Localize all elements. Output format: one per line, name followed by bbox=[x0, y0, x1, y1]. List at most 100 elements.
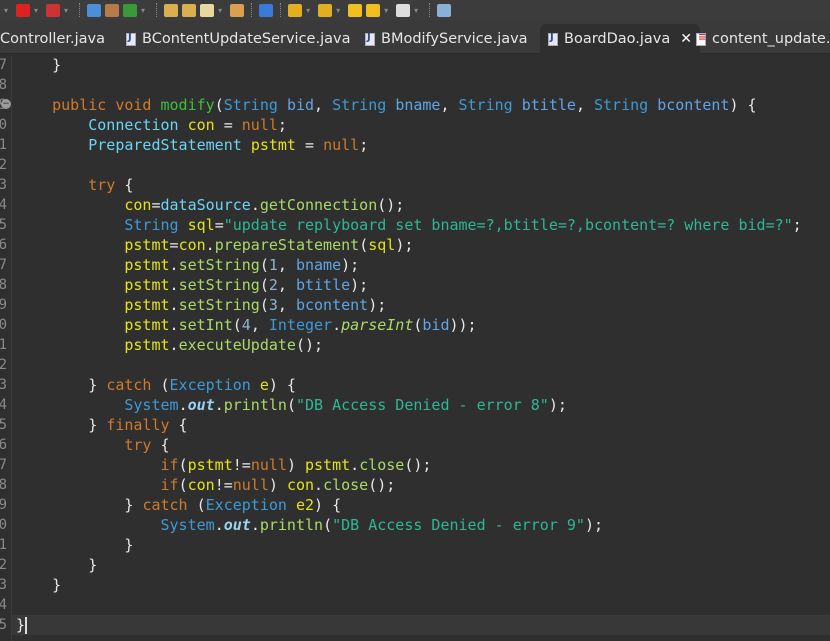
new-icon[interactable] bbox=[123, 3, 138, 17]
tab-content-update-jsp[interactable]: content_update.jsp bbox=[688, 24, 830, 54]
tab-bcontentupdateservice-java[interactable]: BContentUpdateService.java bbox=[118, 24, 358, 54]
code-line[interactable]: pstmt.setString(1, bname); bbox=[16, 255, 830, 275]
code-line[interactable]: PreparedStatement pstmt = null; bbox=[16, 135, 830, 155]
code-line[interactable]: } bbox=[12, 615, 830, 635]
code-line[interactable]: if(pstmt!=null) pstmt.close(); bbox=[16, 455, 830, 475]
code-token: println bbox=[259, 516, 324, 534]
open-type-icon[interactable] bbox=[182, 3, 197, 17]
tab-bmodifyservice-java[interactable]: BModifyService.java bbox=[357, 24, 536, 54]
code-token: ); bbox=[395, 236, 414, 254]
line-number: 66 bbox=[0, 435, 7, 455]
code-token: } bbox=[16, 376, 107, 394]
toolbar-separator bbox=[79, 3, 81, 17]
code-line[interactable]: } finally { bbox=[16, 415, 830, 435]
dropdown-arrow-icon[interactable]: ▾ bbox=[218, 6, 222, 15]
prev-annotation-icon[interactable] bbox=[318, 3, 333, 17]
toolbar: ▾ ▾ ▾ ▾ ▾ ▾ ▾ ▾ ▾ bbox=[0, 0, 830, 20]
code-token: . bbox=[250, 516, 260, 534]
code-line[interactable]: con=dataSource.getConnection(); bbox=[16, 195, 830, 215]
code-token: getConnection bbox=[259, 196, 378, 214]
dropdown-arrow-icon[interactable]: ▾ bbox=[336, 6, 340, 15]
line-number: 50 bbox=[0, 115, 7, 135]
code-token: { bbox=[115, 176, 134, 194]
code-token: ( bbox=[151, 376, 170, 394]
code-token: null bbox=[232, 476, 269, 494]
code-token: catch bbox=[142, 496, 188, 514]
tab-controller-java[interactable]: Controller.java bbox=[0, 24, 113, 54]
toolbar-separator bbox=[429, 3, 431, 17]
perspective-icon[interactable] bbox=[437, 3, 452, 17]
code-token: . bbox=[332, 316, 342, 334]
code-line[interactable]: System.out.println("DB Access Denied - e… bbox=[16, 395, 830, 415]
code-editor[interactable]: } public void modify(String bid, String … bbox=[12, 55, 830, 635]
code-line[interactable] bbox=[16, 155, 830, 175]
code-token: 3 bbox=[268, 296, 278, 314]
open-folder-icon[interactable] bbox=[164, 3, 179, 17]
new-class-icon[interactable] bbox=[87, 3, 102, 17]
dropdown-arrow-icon[interactable]: ▾ bbox=[34, 6, 38, 15]
code-line[interactable]: try { bbox=[16, 435, 830, 455]
line-number: 71 bbox=[0, 535, 7, 555]
line-number: 51 bbox=[0, 135, 7, 155]
code-line[interactable]: pstmt.setString(3, bcontent); bbox=[16, 295, 830, 315]
code-token: != bbox=[232, 456, 251, 474]
code-line[interactable]: pstmt.executeUpdate(); bbox=[16, 335, 830, 355]
globe-icon[interactable] bbox=[259, 3, 274, 17]
tab-label: Controller.java bbox=[0, 31, 105, 47]
code-line[interactable]: if(con!=null) con.close(); bbox=[16, 475, 830, 495]
editor-tabs: Controller.java BContentUpdateService.jav… bbox=[0, 20, 830, 54]
code-token: ) { bbox=[314, 496, 342, 514]
folder-icon[interactable] bbox=[230, 3, 245, 17]
next-annotation-icon[interactable] bbox=[288, 3, 303, 17]
code-line[interactable]: try { bbox=[16, 175, 830, 195]
code-line[interactable]: public void modify(String bid, String bn… bbox=[16, 95, 830, 115]
back-history-icon[interactable] bbox=[348, 3, 363, 17]
code-line[interactable] bbox=[16, 75, 830, 95]
code-token: ( bbox=[259, 276, 269, 294]
code-token: ( bbox=[232, 316, 242, 334]
package-icon[interactable] bbox=[105, 3, 120, 17]
dropdown-arrow-icon[interactable]: ▾ bbox=[4, 6, 8, 15]
dropdown-arrow-icon[interactable]: ▾ bbox=[414, 6, 418, 15]
dropdown-arrow-icon[interactable]: ▾ bbox=[64, 6, 68, 15]
code-token: ); bbox=[368, 296, 387, 314]
code-line[interactable]: pstmt=con.prepareStatement(sql); bbox=[16, 235, 830, 255]
run-config-icon[interactable] bbox=[46, 3, 61, 17]
dropdown-arrow-icon[interactable]: ▾ bbox=[384, 6, 388, 15]
code-token: con bbox=[187, 116, 215, 134]
code-line[interactable]: Connection con = null; bbox=[16, 115, 830, 135]
code-token: con bbox=[124, 196, 152, 214]
code-line[interactable]: String sql="update replyboard set bname=… bbox=[16, 215, 830, 235]
code-line[interactable]: pstmt.setString(2, btitle); bbox=[16, 275, 830, 295]
code-line[interactable]: } catch (Exception e) { bbox=[16, 375, 830, 395]
brush-icon[interactable] bbox=[200, 3, 215, 17]
line-number: 58 bbox=[0, 275, 7, 295]
code-token: ) bbox=[268, 476, 287, 494]
code-line[interactable]: System.out.println("DB Access Denied - e… bbox=[16, 515, 830, 535]
code-token: (); bbox=[295, 336, 324, 354]
code-token: Integer bbox=[268, 316, 333, 334]
code-line[interactable]: } bbox=[16, 575, 830, 595]
dropdown-arrow-icon[interactable]: ▾ bbox=[306, 6, 310, 15]
code-token: . bbox=[214, 396, 224, 414]
code-line[interactable]: } catch (Exception e2) { bbox=[16, 495, 830, 515]
code-token: out bbox=[187, 396, 215, 414]
code-line[interactable] bbox=[16, 595, 830, 615]
code-line[interactable]: } bbox=[16, 535, 830, 555]
dropdown-arrow-icon[interactable]: ▾ bbox=[141, 6, 145, 15]
code-line[interactable]: } bbox=[16, 55, 830, 75]
code-token: = bbox=[295, 136, 324, 154]
stop-icon[interactable] bbox=[16, 3, 31, 17]
line-number: 62 bbox=[0, 355, 7, 375]
tab-boarddao-java[interactable]: BoardDao.java✕ bbox=[540, 24, 701, 54]
back-icon[interactable] bbox=[366, 3, 381, 17]
forward-icon[interactable] bbox=[396, 3, 411, 17]
code-line[interactable]: } bbox=[16, 555, 830, 575]
code-line[interactable] bbox=[16, 355, 830, 375]
code-line[interactable]: pstmt.setInt(4, Integer.parseInt(bid)); bbox=[16, 315, 830, 335]
code-token: , bbox=[440, 96, 459, 114]
fold-collapse-icon[interactable]: − bbox=[1, 99, 11, 109]
